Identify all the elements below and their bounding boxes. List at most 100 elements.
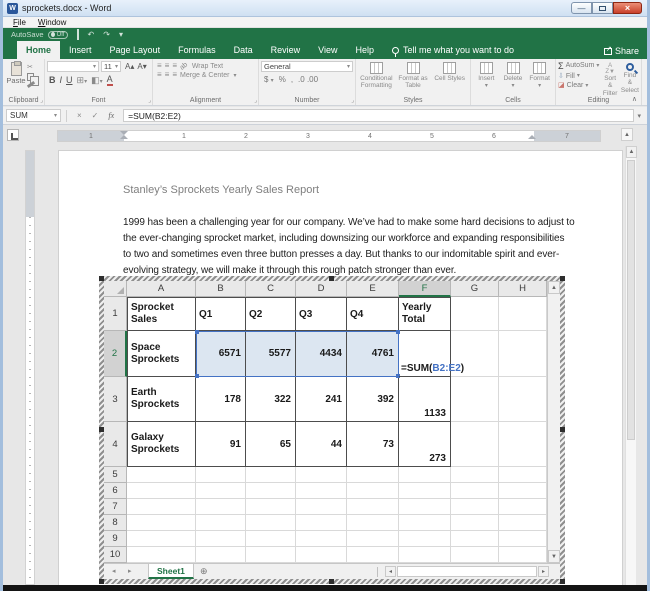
- cell-G4[interactable]: [451, 422, 499, 467]
- tab-review[interactable]: Review: [262, 41, 310, 59]
- cell[interactable]: [499, 499, 547, 515]
- cell-E1[interactable]: Q4: [347, 297, 399, 331]
- autosum-button[interactable]: Σ AutoSum ▾: [558, 61, 599, 72]
- sheet-scroll-left-icon[interactable]: ◂: [385, 566, 396, 577]
- cell[interactable]: [196, 515, 246, 531]
- currency-icon[interactable]: $ ▾: [264, 75, 274, 84]
- column-header-B[interactable]: B: [196, 281, 246, 297]
- cell-F1[interactable]: Yearly Total: [399, 297, 451, 331]
- enter-icon[interactable]: ✓: [87, 111, 104, 120]
- cell-B4[interactable]: 91: [196, 422, 246, 467]
- cell-F4[interactable]: 273: [399, 422, 451, 467]
- row-header-6[interactable]: 6: [104, 483, 127, 499]
- maximize-button[interactable]: [592, 2, 613, 14]
- cell-C2[interactable]: 5577: [246, 331, 296, 377]
- cell[interactable]: [347, 547, 399, 563]
- clear-button[interactable]: ◪ Clear ▾: [558, 82, 599, 90]
- expand-formula-bar-icon[interactable]: ▾: [634, 112, 644, 120]
- cell-B1[interactable]: Q1: [196, 297, 246, 331]
- tab-help[interactable]: Help: [346, 41, 383, 59]
- customize-qat-icon[interactable]: ▾: [119, 31, 123, 39]
- cell-E3[interactable]: 392: [347, 377, 399, 422]
- tab-selector-button[interactable]: [7, 129, 19, 141]
- sheet-scroll-track[interactable]: [397, 566, 537, 577]
- cell-A4[interactable]: Galaxy Sprockets: [127, 422, 196, 467]
- cancel-icon[interactable]: ×: [72, 111, 87, 120]
- conditional-formatting-button[interactable]: Conditional Formatting: [358, 61, 395, 95]
- sheet-vertical-scrollbar[interactable]: ▲ ▼: [547, 281, 560, 563]
- cell-A3[interactable]: Earth Sprockets: [127, 377, 196, 422]
- cell[interactable]: [296, 483, 347, 499]
- tell-me-box[interactable]: Tell me what you want to do: [383, 41, 523, 59]
- font-color-icon[interactable]: A: [107, 75, 113, 86]
- prev-sheet-icon[interactable]: ◂: [112, 567, 116, 575]
- insert-function-icon[interactable]: fx: [103, 111, 119, 120]
- cell[interactable]: [451, 483, 499, 499]
- borders-icon[interactable]: ⊞▾: [77, 76, 88, 85]
- selection-handle[interactable]: [560, 276, 565, 281]
- cut-icon[interactable]: ✂: [27, 63, 35, 71]
- clipboard-dialog-launcher-icon[interactable]: ⌟: [40, 97, 43, 104]
- cell[interactable]: [347, 467, 399, 483]
- number-format-combo[interactable]: General▾: [261, 61, 353, 72]
- wrap-text-button[interactable]: Wrap Text: [192, 63, 223, 70]
- cell[interactable]: [399, 531, 451, 547]
- cell-E2[interactable]: 4761: [347, 331, 399, 377]
- alignment-dialog-launcher-icon[interactable]: ⌟: [254, 97, 257, 104]
- undo-icon[interactable]: ↶: [88, 31, 95, 39]
- cell-D1[interactable]: Q3: [296, 297, 347, 331]
- decimal-icons[interactable]: .0 .00: [298, 75, 318, 84]
- cell[interactable]: [399, 483, 451, 499]
- column-header-F[interactable]: F: [399, 281, 451, 297]
- scroll-up-button[interactable]: ▲: [621, 128, 633, 141]
- cell-D4[interactable]: 44: [296, 422, 347, 467]
- cell-H4[interactable]: [499, 422, 547, 467]
- sheet-scroll-down-icon[interactable]: ▼: [548, 550, 560, 563]
- scrollbar-top-button[interactable]: ▲: [626, 146, 637, 158]
- cell-C3[interactable]: 322: [246, 377, 296, 422]
- cell[interactable]: [451, 515, 499, 531]
- name-box[interactable]: SUM ▾: [6, 109, 61, 122]
- collapse-ribbon-icon[interactable]: ∧: [632, 95, 637, 103]
- row-header-5[interactable]: 5: [104, 467, 127, 483]
- cell[interactable]: [246, 531, 296, 547]
- align-right-icon[interactable]: ≡: [172, 71, 176, 79]
- underline-icon[interactable]: U: [66, 76, 73, 85]
- cell[interactable]: [127, 467, 196, 483]
- selection-handle[interactable]: [560, 427, 565, 432]
- cell[interactable]: [296, 531, 347, 547]
- cell[interactable]: [451, 467, 499, 483]
- cell[interactable]: [127, 531, 196, 547]
- row-header-1[interactable]: 1: [104, 297, 127, 331]
- tab-insert[interactable]: Insert: [60, 41, 101, 59]
- cell-D3[interactable]: 241: [296, 377, 347, 422]
- cell-H2[interactable]: [499, 331, 547, 377]
- document-vertical-scrollbar[interactable]: ▲: [625, 146, 636, 585]
- cell[interactable]: [196, 483, 246, 499]
- cell[interactable]: [451, 499, 499, 515]
- minimize-button[interactable]: —: [571, 2, 592, 14]
- merge-center-button[interactable]: Merge & Center: [180, 72, 229, 79]
- cell-D2[interactable]: 4434: [296, 331, 347, 377]
- vertical-ruler[interactable]: [25, 150, 35, 585]
- cell[interactable]: [127, 483, 196, 499]
- right-indent-marker[interactable]: [528, 135, 536, 139]
- cell-H1[interactable]: [499, 297, 547, 331]
- menu-window[interactable]: Window: [32, 18, 72, 27]
- cell-styles-button[interactable]: Cell Styles: [431, 61, 468, 95]
- align-left-icon[interactable]: ≡: [157, 71, 161, 79]
- row-header-8[interactable]: 8: [104, 515, 127, 531]
- fill-color-icon[interactable]: ◧▾: [91, 76, 103, 85]
- cell-F3[interactable]: 1133: [399, 377, 451, 422]
- tab-view[interactable]: View: [309, 41, 346, 59]
- cell[interactable]: [127, 547, 196, 563]
- paste-button[interactable]: Paste: [5, 61, 27, 95]
- new-sheet-icon[interactable]: ⊕: [200, 566, 208, 577]
- cell[interactable]: [246, 467, 296, 483]
- row-header-10[interactable]: 10: [104, 547, 127, 563]
- font-dialog-launcher-icon[interactable]: ⌟: [148, 97, 151, 104]
- cell[interactable]: [296, 467, 347, 483]
- cell-E4[interactable]: 73: [347, 422, 399, 467]
- cell[interactable]: [499, 483, 547, 499]
- selection-handle[interactable]: [99, 579, 104, 584]
